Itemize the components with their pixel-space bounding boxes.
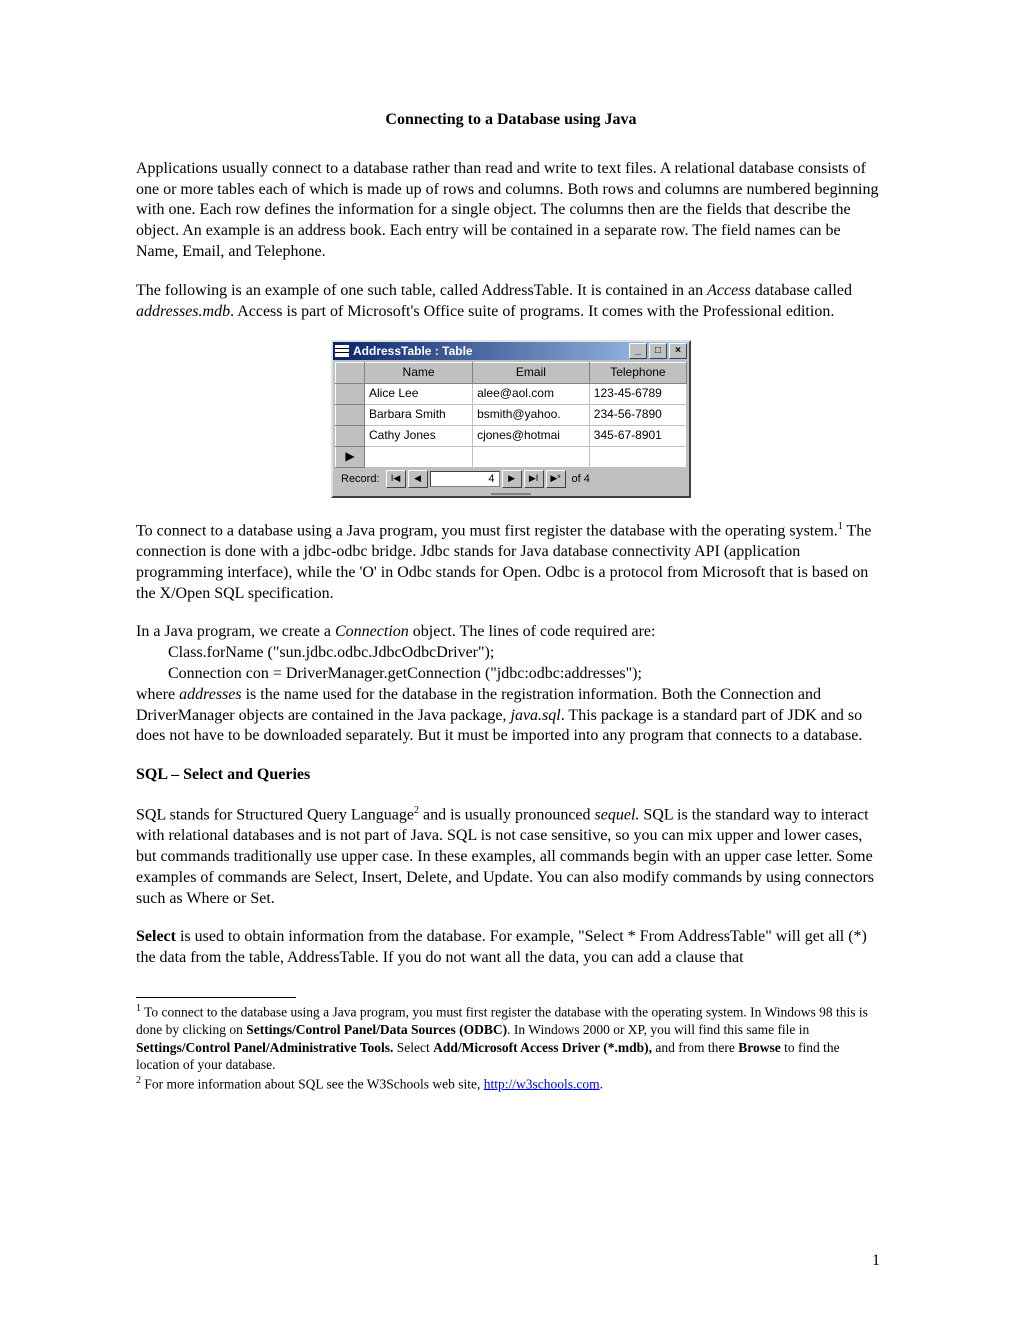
text: object. The lines of code required are: <box>409 623 656 640</box>
footnote-separator <box>136 997 296 998</box>
text: Select <box>393 1040 433 1055</box>
cell[interactable]: bsmith@yahoo. <box>473 404 590 425</box>
table-header-row: Name Email Telephone <box>336 363 687 384</box>
minimize-button[interactable]: _ <box>629 343 647 359</box>
text: The following is an example of one such … <box>136 282 707 299</box>
record-navigator: Record: I◀ ◀ 4 ▶ ▶I ▶* of 4 <box>335 468 687 490</box>
cell[interactable]: cjones@hotmai <box>473 425 590 446</box>
code-line: Class.forName ("sun.jdbc.odbc.JdbcOdbcDr… <box>136 643 886 664</box>
table-row: Barbara Smith bsmith@yahoo. 234-56-7890 <box>336 404 687 425</box>
text: and is usually pronounced <box>419 806 595 823</box>
text: To connect to a database using a Java pr… <box>136 522 838 539</box>
text-italic: java.sql <box>511 707 561 724</box>
text-bold: Settings/Control Panel/Administrative To… <box>136 1040 393 1055</box>
footnote: 1 To connect to the database using a Jav… <box>136 1002 886 1074</box>
next-record-button[interactable]: ▶ <box>502 470 522 488</box>
text: . In Windows 2000 or XP, you will find t… <box>507 1022 809 1037</box>
row-selector-current[interactable]: ▶ <box>336 446 365 467</box>
record-number-input[interactable]: 4 <box>430 471 500 487</box>
text-italic: sequel. <box>595 806 640 823</box>
text-italic: Connection <box>335 623 409 640</box>
text: database called <box>751 282 852 299</box>
cell[interactable] <box>365 446 473 467</box>
paragraph: In a Java program, we create a Connectio… <box>136 622 886 643</box>
document-page: Connecting to a Database using Java Appl… <box>0 0 1020 1320</box>
code-line: Connection con = DriverManager.getConnec… <box>136 664 886 685</box>
column-header[interactable]: Name <box>365 363 473 384</box>
paragraph: Applications usually connect to a databa… <box>136 159 886 263</box>
window-titlebar: AddressTable : Table _ □ × <box>333 342 689 360</box>
cell[interactable]: 123-45-6789 <box>589 383 686 404</box>
text-bold: Settings/Control Panel/Data Sources (ODB… <box>246 1022 507 1037</box>
record-total: of 4 <box>568 472 594 486</box>
text: . Access is part of Microsoft's Office s… <box>230 303 834 320</box>
window-body: Name Email Telephone Alice Lee alee@aol.… <box>333 360 689 492</box>
paragraph: The following is an example of one such … <box>136 281 886 323</box>
cell[interactable]: Cathy Jones <box>365 425 473 446</box>
page-title: Connecting to a Database using Java <box>136 110 886 131</box>
column-header[interactable]: Email <box>473 363 590 384</box>
text-bold: Add/Microsoft Access Driver (*.mdb), <box>433 1040 652 1055</box>
resize-handle[interactable] <box>333 492 689 496</box>
cell[interactable] <box>473 446 590 467</box>
table-row: Alice Lee alee@aol.com 123-45-6789 <box>336 383 687 404</box>
text-italic: addresses.mdb <box>136 303 230 320</box>
text: and from there <box>652 1040 738 1055</box>
footnote: 2 For more information about SQL see the… <box>136 1074 886 1093</box>
page-number: 1 <box>872 1251 880 1272</box>
cell[interactable]: Alice Lee <box>365 383 473 404</box>
close-button[interactable]: × <box>669 343 687 359</box>
cell[interactable]: 234-56-7890 <box>589 404 686 425</box>
maximize-button[interactable]: □ <box>649 343 667 359</box>
row-selector[interactable] <box>336 404 365 425</box>
paragraph: Select is used to obtain information fro… <box>136 927 886 969</box>
cell[interactable]: alee@aol.com <box>473 383 590 404</box>
text: . <box>600 1076 603 1091</box>
text-italic: addresses <box>179 686 242 703</box>
paragraph: To connect to a database using a Java pr… <box>136 520 886 605</box>
new-record-button[interactable]: ▶* <box>546 470 566 488</box>
cell[interactable]: 345-67-8901 <box>589 425 686 446</box>
row-selector[interactable] <box>336 383 365 404</box>
window-title: AddressTable : Table <box>353 344 627 360</box>
footnotes: 1 To connect to the database using a Jav… <box>136 997 886 1093</box>
text: In a Java program, we create a <box>136 623 335 640</box>
text-bold: Browse <box>738 1040 781 1055</box>
last-record-button[interactable]: ▶I <box>524 470 544 488</box>
cell[interactable]: Barbara Smith <box>365 404 473 425</box>
prev-record-button[interactable]: ◀ <box>408 470 428 488</box>
row-selector[interactable] <box>336 425 365 446</box>
text-bold: Select <box>136 928 176 945</box>
access-table-window: AddressTable : Table _ □ × Name Email Te… <box>331 340 691 498</box>
footnote-link[interactable]: http://w3schools.com <box>484 1076 600 1091</box>
paragraph: where addresses is the name used for the… <box>136 685 886 747</box>
record-label: Record: <box>337 472 384 486</box>
column-header[interactable]: Telephone <box>589 363 686 384</box>
row-selector-header[interactable] <box>336 363 365 384</box>
paragraph: SQL stands for Structured Query Language… <box>136 804 886 909</box>
cell[interactable] <box>589 446 686 467</box>
text: For more information about SQL see the W… <box>141 1076 484 1091</box>
text: SQL stands for Structured Query Language <box>136 806 414 823</box>
text: is used to obtain information from the d… <box>136 928 867 966</box>
text-italic: Access <box>707 282 751 299</box>
table-row: Cathy Jones cjones@hotmai 345-67-8901 <box>336 425 687 446</box>
section-heading: SQL – Select and Queries <box>136 765 886 786</box>
first-record-button[interactable]: I◀ <box>386 470 406 488</box>
text: where <box>136 686 179 703</box>
table-row-new: ▶ <box>336 446 687 467</box>
data-table: Name Email Telephone Alice Lee alee@aol.… <box>335 362 687 468</box>
table-icon <box>335 345 349 357</box>
